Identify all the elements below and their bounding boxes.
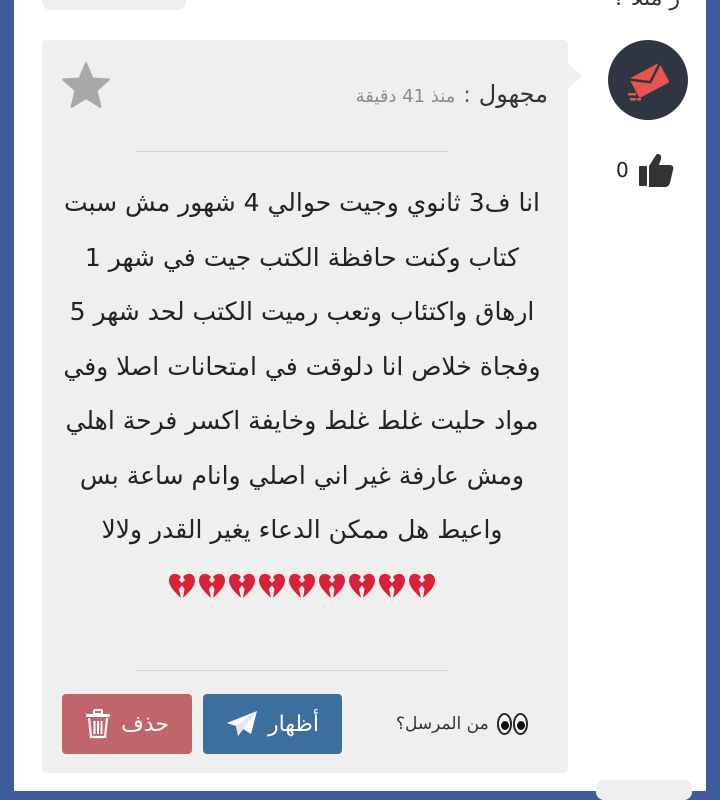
- sender-info[interactable]: من المرسل؟: [396, 706, 528, 742]
- like-control[interactable]: 0: [616, 150, 680, 190]
- like-count: 0: [616, 158, 629, 182]
- star-icon[interactable]: [60, 60, 112, 112]
- avatar[interactable]: [608, 40, 688, 120]
- eyes-icon: [496, 713, 528, 735]
- broken-heart-icon: [349, 573, 375, 598]
- broken-heart-icon: [229, 573, 255, 598]
- broken-heart-icon: [169, 573, 195, 598]
- delete-button[interactable]: حذف: [62, 694, 192, 754]
- trash-icon: [86, 709, 111, 739]
- message-body: انا ف3 ثانوي وجيت حوالي 4 شهور مش سبت كت…: [52, 176, 552, 612]
- card-pointer: [566, 62, 582, 90]
- paper-plane-icon: [226, 711, 257, 736]
- show-button-label: أظهار: [267, 711, 320, 737]
- delete-button-label: حذف: [121, 711, 169, 737]
- previous-card-fragment: [42, 0, 186, 10]
- broken-heart-icon: [289, 573, 315, 598]
- top-divider: [136, 151, 448, 152]
- broken-heart-icon: [259, 573, 285, 598]
- author-separator: :: [463, 83, 471, 108]
- sender-label: من المرسل؟: [396, 714, 489, 734]
- show-button[interactable]: أظهار: [203, 694, 342, 754]
- broken-heart-icon: [199, 573, 225, 598]
- previous-text-fragment: ر ﻣﺜﻼ ؟: [612, 0, 680, 11]
- post-time: منذ 41 دقيقة: [355, 86, 456, 107]
- broken-heart-icon: [379, 573, 405, 598]
- message-text: انا ف3 ثانوي وجيت حوالي 4 شهور مش سبت كت…: [63, 188, 541, 544]
- broken-heart-icon: [319, 573, 345, 598]
- envelope-logo-icon: [628, 63, 669, 101]
- broken-heart-icon: [409, 573, 435, 598]
- author-line: مجهول: منذ 41 دقيقة: [356, 80, 548, 108]
- author-name: مجهول: [478, 80, 548, 108]
- bottom-divider: [136, 670, 448, 671]
- thumbs-up-icon[interactable]: [637, 152, 675, 188]
- broken-hearts: [167, 558, 437, 613]
- next-card-fragment: [596, 780, 692, 800]
